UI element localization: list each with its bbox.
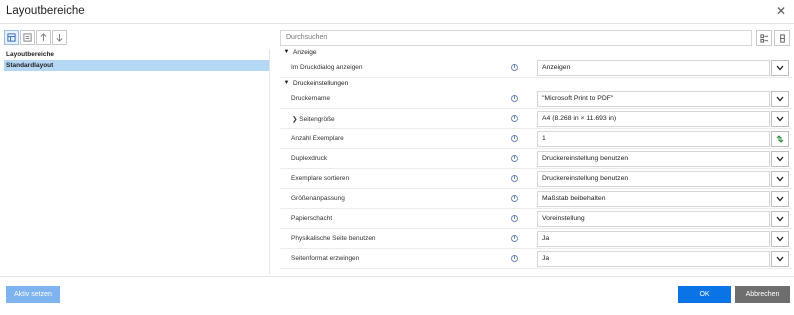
move-up-button[interactable] [36, 30, 51, 45]
property-label[interactable]: ❯ Seitengröße [292, 115, 335, 123]
chevron-down-icon: ▼ [283, 49, 290, 55]
arrow-up-icon [40, 33, 47, 42]
property-row: Druckername i "Microsoft Print to PDF" [280, 89, 792, 109]
property-value[interactable]: Anzeigen [537, 60, 770, 76]
left-toolbar [4, 30, 68, 45]
property-grid: ▼ Anzeige Im Druckdialog anzeigen i Anze… [280, 47, 792, 273]
set-active-button[interactable]: Aktiv setzen [6, 286, 60, 303]
property-label: Im Druckdialog anzeigen [291, 64, 363, 71]
property-label-text: Seitengröße [299, 115, 335, 123]
chevron-down-icon [776, 65, 784, 71]
chevron-down-icon [776, 116, 784, 122]
stepper-icon [776, 135, 784, 143]
alphabetical-view-button[interactable] [774, 30, 790, 46]
search-input[interactable]: Durchsuchen [280, 30, 752, 46]
property-row: Duplexdruck i Druckereinstellung benutze… [280, 149, 792, 169]
property-row: Exemplare sortieren i Druckereinstellung… [280, 169, 792, 189]
ok-button[interactable]: OK [678, 286, 731, 303]
info-icon[interactable]: i [511, 215, 518, 222]
property-row: ❯ Seitengröße i A4 (8.268 in × 11.693 in… [280, 109, 792, 129]
property-label: Größenanpassung [291, 195, 345, 202]
dropdown-button[interactable] [771, 111, 789, 127]
list-item-layoutbereiche[interactable]: Layoutbereiche [4, 49, 269, 60]
close-icon[interactable]: ✕ [774, 4, 788, 18]
info-icon[interactable]: i [511, 155, 518, 162]
section-druckeinstellungen[interactable]: ▼ Druckeinstellungen [280, 78, 792, 89]
categorized-icon [759, 33, 768, 43]
edit-layout-button[interactable] [20, 30, 35, 45]
property-row: Im Druckdialog anzeigen i Anzeigen [280, 58, 792, 78]
copies-input[interactable]: 1 [537, 131, 770, 147]
property-label: Exemplare sortieren [291, 175, 350, 182]
sort-icon [779, 33, 785, 43]
cancel-button[interactable]: Abbrechen [735, 286, 790, 303]
section-label: Druckeinstellungen [293, 80, 349, 87]
info-icon[interactable]: i [511, 115, 518, 122]
dropdown-button[interactable] [771, 251, 789, 267]
property-value[interactable]: Druckereinstellung benutzen [537, 171, 770, 187]
property-label: Duplexdruck [291, 155, 328, 162]
property-row: Papierschacht i Voreinstellung [280, 209, 792, 229]
dropdown-button[interactable] [771, 171, 789, 187]
info-icon[interactable]: i [511, 235, 518, 242]
title-bar: Layoutbereiche ✕ [0, 0, 794, 24]
property-value[interactable]: Maßstab beibehalten [537, 191, 770, 207]
property-label: Seitenformat erzwingen [291, 255, 360, 262]
arrow-down-icon [56, 33, 63, 42]
property-label: Anzahl Exemplare [291, 135, 344, 142]
property-row: Seitenformat erzwingen i Ja [280, 249, 792, 269]
property-value[interactable]: A4 (8.268 in × 11.693 in) [537, 111, 770, 127]
section-label: Anzeige [293, 49, 317, 56]
property-value[interactable]: Ja [537, 231, 770, 247]
info-icon[interactable]: i [511, 135, 518, 142]
dropdown-button[interactable] [771, 231, 789, 247]
chevron-down-icon [776, 156, 784, 162]
dropdown-button[interactable] [771, 191, 789, 207]
footer-divider [0, 276, 794, 277]
info-icon[interactable]: i [511, 64, 518, 71]
chevron-down-icon [776, 196, 784, 202]
chevron-down-icon [776, 236, 784, 242]
chevron-down-icon [776, 176, 784, 182]
chevron-down-icon [776, 216, 784, 222]
info-icon[interactable]: i [511, 255, 518, 262]
dropdown-button[interactable] [771, 91, 789, 107]
window-title: Layoutbereiche [6, 5, 85, 17]
dropdown-button[interactable] [771, 60, 789, 76]
info-icon[interactable]: i [511, 195, 518, 202]
chevron-right-icon: ❯ [292, 115, 298, 123]
property-value[interactable]: Ja [537, 251, 770, 267]
section-anzeige[interactable]: ▼ Anzeige [280, 47, 792, 58]
property-value[interactable]: Voreinstellung [537, 211, 770, 227]
chevron-down-icon [776, 256, 784, 262]
categorized-view-button[interactable] [756, 30, 772, 46]
list-item-standardlayout[interactable]: Standardlayout [4, 60, 269, 71]
dropdown-button[interactable] [771, 211, 789, 227]
chevron-down-icon [776, 96, 784, 102]
property-value[interactable]: "Microsoft Print to PDF" [537, 91, 770, 107]
add-layout-button[interactable] [4, 30, 19, 45]
property-value[interactable]: Druckereinstellung benutzen [537, 151, 770, 167]
property-row: Anzahl Exemplare i 1 [280, 129, 792, 149]
info-icon[interactable]: i [511, 175, 518, 182]
layout-add-icon [7, 33, 16, 42]
layout-list: Layoutbereiche Standardlayout [4, 49, 270, 274]
dropdown-button[interactable] [771, 151, 789, 167]
layout-edit-icon [23, 33, 32, 42]
chevron-down-icon: ▼ [283, 80, 290, 86]
property-label: Papierschacht [291, 215, 333, 222]
property-label: Druckername [291, 95, 331, 102]
property-label: Physikalische Seite benutzen [291, 235, 376, 242]
property-row: Größenanpassung i Maßstab beibehalten [280, 189, 792, 209]
stepper-button[interactable] [771, 131, 789, 147]
property-row: Physikalische Seite benutzen i Ja [280, 229, 792, 249]
move-down-button[interactable] [52, 30, 67, 45]
info-icon[interactable]: i [511, 95, 518, 102]
